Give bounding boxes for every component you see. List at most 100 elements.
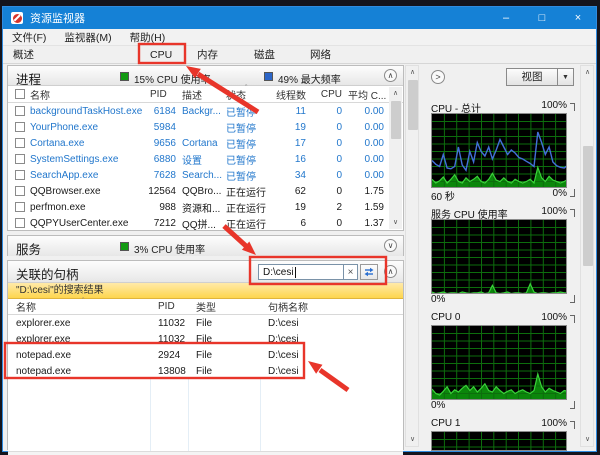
view-button[interactable]: 视图 (506, 68, 558, 86)
cell-name: SearchApp.exe (30, 170, 148, 181)
minimize-button[interactable]: – (488, 7, 524, 29)
cell-handle: D:\cesi (260, 350, 403, 361)
cell-name: explorer.exe (8, 318, 150, 329)
row-checkbox[interactable] (15, 106, 25, 116)
close-button[interactable]: × (560, 7, 596, 29)
col-pid[interactable]: PID (150, 301, 188, 312)
scroll-up-icon[interactable]: ∧ (581, 66, 594, 79)
process-row[interactable]: SearchApp.exe7628Search...已暂停3400.00 (8, 167, 403, 183)
row-checkbox[interactable] (15, 186, 25, 196)
handles-section-header[interactable]: 关联的句柄 D:\cesi × ∧ (8, 261, 403, 283)
processes-section: 进程 15% CPU 使用率 49% 最大频率 ∧ 名称 PID 描述 状态 线… (7, 65, 404, 231)
graph-cpu-total: CPU - 总计100% 60 秒0% (431, 100, 567, 201)
collapse-up-icon[interactable]: ∧ (384, 265, 397, 278)
col-name[interactable]: 名称 (30, 87, 148, 102)
cell-name: notepad.exe (8, 366, 150, 377)
scroll-down-icon[interactable]: ∨ (581, 433, 594, 446)
services-section-header[interactable]: 服务 3% CPU 使用率 ∨ (8, 236, 403, 256)
process-row[interactable]: YourPhone.exe5984已暂停1900.00 (8, 119, 403, 135)
scroll-thumb[interactable] (391, 101, 401, 139)
tab-disk[interactable]: 磁盘 (250, 48, 279, 63)
cell-avg: 0.00 (348, 138, 390, 149)
menu-file[interactable]: 文件(F) (3, 30, 55, 45)
col-desc[interactable]: 描述 (182, 87, 226, 102)
right-pane-scrollbar[interactable]: ∧ ∨ (580, 65, 594, 447)
collapse-up-icon[interactable]: ∧ (384, 69, 397, 82)
cell-pid: 7628 (148, 170, 182, 181)
cpu-usage-swatch (120, 72, 129, 81)
cell-avg: 1.75 (348, 186, 390, 197)
scroll-down-icon[interactable]: ∨ (406, 433, 419, 446)
scroll-thumb[interactable] (583, 146, 593, 266)
cell-desc: Search... (182, 170, 226, 181)
cell-name: Cortana.exe (30, 138, 148, 149)
scroll-up-icon[interactable]: ∧ (406, 66, 419, 79)
expand-down-icon[interactable]: ∨ (384, 239, 397, 252)
search-handles-button[interactable] (360, 264, 378, 280)
maximize-button[interactable]: □ (524, 7, 560, 29)
cell-pid: 9656 (148, 138, 182, 149)
process-row[interactable]: perfmon.exe988资源和...正在运行1921.59 (8, 199, 403, 215)
cell-handle: D:\cesi (260, 334, 403, 345)
handle-row[interactable]: notepad.exe13808FileD:\cesi (8, 363, 403, 379)
cell-avg: 0.00 (348, 106, 390, 117)
cell-threads: 19 (268, 202, 312, 213)
cell-pid: 12564 (148, 186, 182, 197)
handle-search-input[interactable]: D:\cesi (258, 264, 344, 280)
row-checkbox[interactable] (15, 170, 25, 180)
scroll-thumb[interactable] (408, 80, 418, 130)
scroll-up-icon[interactable]: ∧ (389, 87, 402, 100)
cell-cpu: 2 (312, 202, 348, 213)
horizontal-scrollbar[interactable] (8, 451, 403, 455)
clear-search-icon[interactable]: × (344, 264, 358, 280)
col-avg[interactable]: 平均 C... (348, 87, 390, 102)
row-checkbox[interactable] (15, 154, 25, 164)
process-row[interactable]: SystemSettings.exe6880设置已暂停1600.00 (8, 151, 403, 167)
tab-memory[interactable]: 内存 (193, 48, 222, 63)
cell-name: perfmon.exe (30, 202, 148, 213)
tab-network[interactable]: 网络 (306, 48, 335, 63)
view-dropdown-icon[interactable]: ▼ (558, 68, 574, 86)
left-pane-scrollbar[interactable]: ∧ ∨ (405, 65, 419, 447)
scroll-down-icon[interactable]: ∨ (389, 216, 402, 229)
row-checkbox[interactable] (15, 138, 25, 148)
handle-row[interactable]: explorer.exe11032FileD:\cesi (8, 315, 403, 331)
tab-overview[interactable]: 概述 (9, 48, 38, 63)
graph-max: 100% (541, 100, 567, 111)
menu-help[interactable]: 帮助(H) (121, 30, 175, 45)
services-cpu-swatch (120, 242, 129, 251)
select-all-checkbox[interactable] (15, 89, 25, 99)
process-row[interactable]: QQPYUserCenter.exe7212QQ拼...正在运行601.37 (8, 215, 403, 231)
cell-pid: 5984 (148, 122, 182, 133)
collapse-pane-icon[interactable]: > (431, 70, 445, 84)
cell-name: QQBrowser.exe (30, 186, 148, 197)
cell-name: QQPYUserCenter.exe (30, 218, 148, 229)
tab-cpu[interactable]: CPU (146, 48, 176, 63)
menu-monitor[interactable]: 监视器(M) (55, 30, 120, 45)
cell-avg: 0.00 (348, 170, 390, 181)
graph-max: 100% (541, 206, 567, 217)
col-type[interactable]: 类型 (188, 299, 260, 314)
cell-avg: 1.59 (348, 202, 390, 213)
handle-row[interactable]: notepad.exe2924FileD:\cesi (8, 347, 403, 363)
graph-cpu1: CPU 1100% (431, 418, 567, 451)
cell-desc: QQ拼... (182, 216, 226, 231)
row-checkbox[interactable] (15, 218, 25, 228)
cell-pid: 13808 (150, 366, 188, 377)
cell-status: 正在运行 (226, 200, 268, 215)
cell-threads: 17 (268, 138, 312, 149)
row-checkbox[interactable] (15, 202, 25, 212)
col-threads[interactable]: 线程数 (268, 87, 312, 102)
process-row[interactable]: backgroundTaskHost.exe6184Backgr...已暂停11… (8, 103, 403, 119)
row-checkbox[interactable] (15, 122, 25, 132)
col-pid[interactable]: PID (148, 89, 182, 100)
col-handle-name[interactable]: 句柄名称 (260, 299, 403, 314)
processes-section-header[interactable]: 进程 15% CPU 使用率 49% 最大频率 ∧ (8, 66, 403, 86)
process-list-scrollbar[interactable]: ∧ ∨ (389, 87, 402, 229)
process-row[interactable]: QQBrowser.exe12564QQBro...正在运行6201.75 (8, 183, 403, 199)
cell-desc: 设置 (182, 152, 226, 167)
process-row[interactable]: Cortana.exe9656Cortana已暂停1700.00 (8, 135, 403, 151)
handle-row[interactable]: explorer.exe11032FileD:\cesi (8, 331, 403, 347)
col-cpu[interactable]: CPU (312, 89, 348, 100)
cell-cpu: 0 (312, 218, 348, 229)
